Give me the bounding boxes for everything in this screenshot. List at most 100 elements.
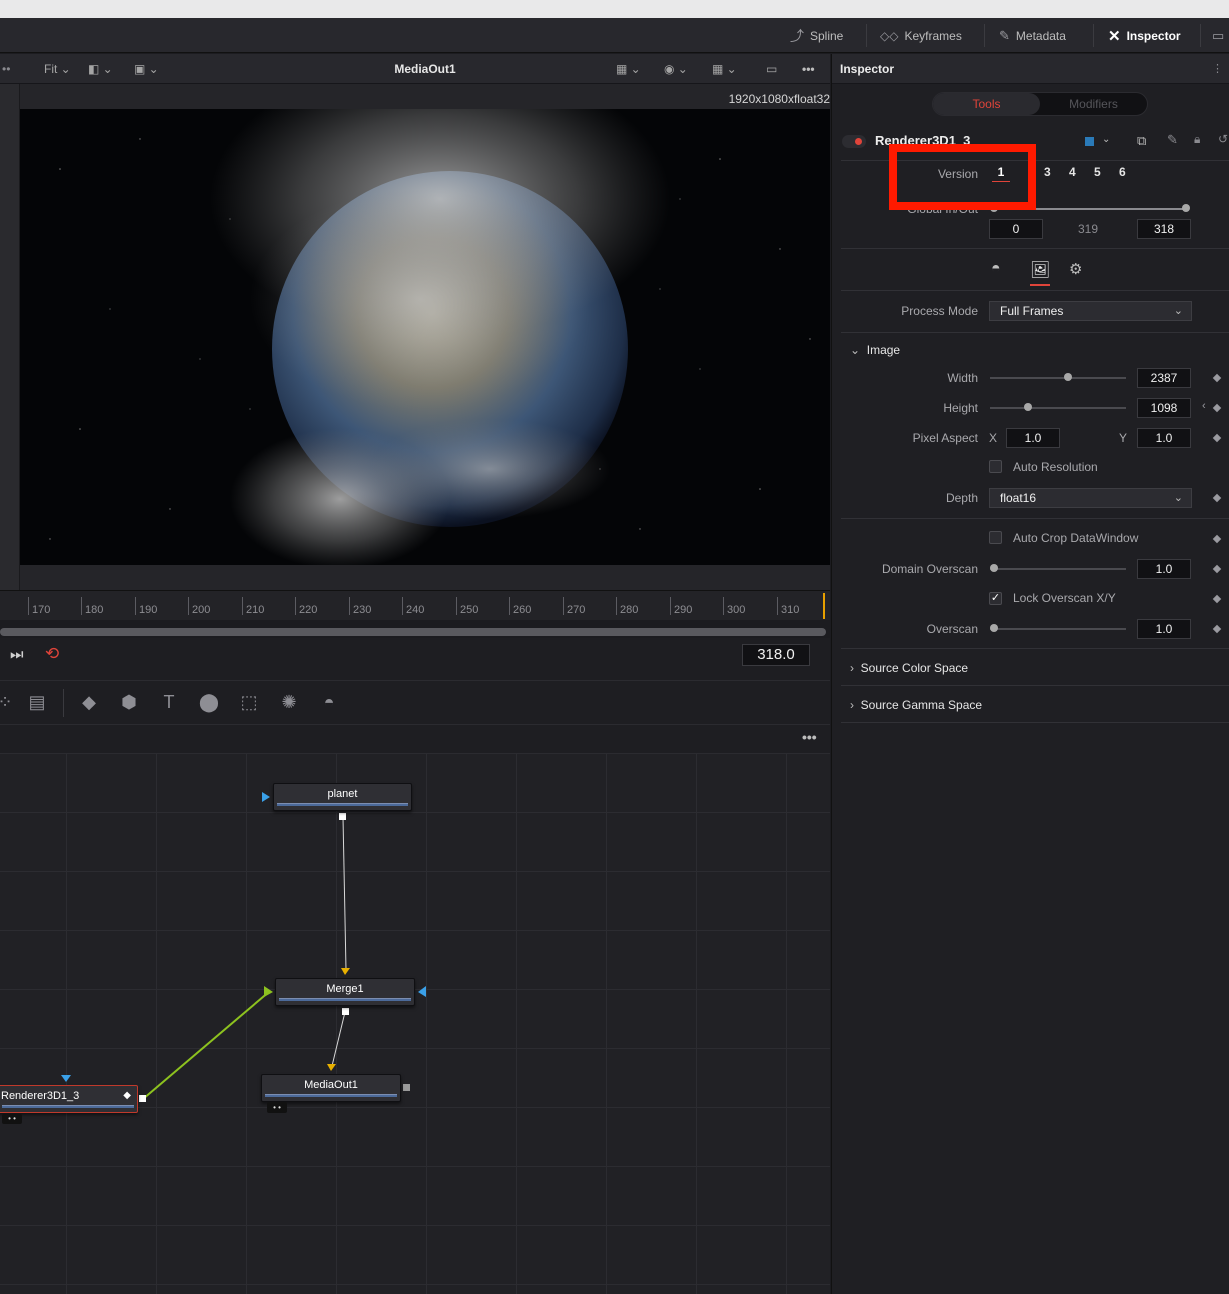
pin-icon[interactable]: ✎ [1167, 132, 1178, 148]
grid-button[interactable]: ▦ ⌄ [712, 54, 737, 84]
keyframe-diamond-icon[interactable] [1212, 403, 1222, 413]
keyframe-diamond-icon[interactable] [1212, 594, 1222, 604]
node-graph[interactable]: planet Merge1 MediaOut1 • • Renderer3D1_… [0, 754, 830, 1294]
height-slider[interactable] [990, 407, 1126, 409]
metadata-button[interactable]: ✎ Metadata [999, 18, 1066, 53]
viewer-frame-button[interactable]: ▭ [766, 54, 777, 84]
viewer-image[interactable] [20, 109, 830, 565]
node-mediaout1[interactable]: MediaOut1 [261, 1074, 401, 1102]
image-section-header[interactable]: ⌄ Image [850, 343, 900, 357]
viewer-options-icon[interactable]: •• [2, 54, 10, 84]
color-channel-button[interactable]: ◉ ⌄ [664, 54, 688, 84]
keyframe-diamond-icon[interactable] [1212, 493, 1222, 503]
time-ruler[interactable]: 170 180 190 200 210 220 230 240 250 260 … [0, 590, 830, 620]
pixel-aspect-y-field[interactable]: 1.0 [1137, 428, 1191, 448]
divider [841, 332, 1229, 333]
loop-icon[interactable]: ⟲ [45, 644, 59, 664]
auto-crop-checkbox[interactable] [989, 531, 1002, 544]
panel-toggle-icon[interactable]: ▭ [1212, 18, 1224, 53]
tab-modifiers[interactable]: Modifiers [1040, 93, 1147, 115]
lock-overscan-checkbox[interactable]: ✓ [989, 592, 1002, 605]
node-planet[interactable]: planet [273, 783, 412, 811]
viewer-more-icon[interactable]: ••• [802, 54, 815, 84]
version-4-button[interactable]: 4 [1069, 165, 1076, 179]
light-tool-icon[interactable]: ✺ [276, 689, 302, 715]
tool-enable-toggle[interactable] [842, 135, 866, 148]
view-layout-button[interactable]: ◧ ⌄ [88, 54, 113, 84]
section-title: Source Gamma Space [860, 698, 983, 712]
keyframe-diamond-icon[interactable] [1212, 564, 1222, 574]
previous-keyframe-icon[interactable]: ‹ [1202, 400, 1206, 412]
global-out-knob[interactable] [1182, 204, 1190, 212]
node-renderer3d1-3[interactable]: Renderer3D1_3 ◆ [0, 1085, 138, 1113]
width-field[interactable]: 2387 [1137, 368, 1191, 388]
section-title: Source Color Space [860, 661, 969, 675]
auto-resolution-checkbox[interactable] [989, 460, 1002, 473]
keyframe-diamond-icon[interactable] [1212, 373, 1222, 383]
domain-overscan-slider[interactable] [990, 568, 1126, 570]
viewer-mode-button[interactable]: ▣ ⌄ [134, 54, 159, 84]
height-field[interactable]: 1098 [1137, 398, 1191, 418]
tab-tools[interactable]: Tools [933, 93, 1040, 115]
node-editor-more-icon[interactable]: ••• [802, 729, 817, 745]
controls-tab-icon[interactable]: ◓ [991, 260, 1001, 278]
pixel-aspect-y-label: Y [1119, 431, 1128, 445]
domain-overscan-knob[interactable] [990, 564, 998, 572]
version-6-button[interactable]: 6 [1119, 165, 1126, 179]
overscan-field[interactable]: 1.0 [1137, 619, 1191, 639]
chevron-down-icon: ⌄ [1173, 305, 1183, 317]
global-out-field[interactable]: 318 [1137, 219, 1191, 239]
node-view-indicator: • • [267, 1102, 287, 1113]
scrub-bar[interactable] [0, 628, 826, 636]
cube3d-tool-icon[interactable]: ⬚ [236, 689, 262, 715]
global-in-field[interactable]: 0 [989, 219, 1043, 239]
merge3d-tool-icon[interactable]: ⬢ [116, 689, 142, 715]
renderer3d-tool-icon[interactable]: ◓ [316, 689, 342, 715]
overscan-slider[interactable] [990, 628, 1126, 630]
version-3-button[interactable]: 3 [1044, 165, 1051, 179]
metadata-label: Metadata [1015, 28, 1066, 43]
domain-overscan-field[interactable]: 1.0 [1137, 559, 1191, 579]
playhead[interactable] [823, 593, 825, 619]
resolution-label: 1920x1080xfloat32 [728, 92, 830, 106]
spline-button[interactable]: ⤴ Spline [790, 18, 843, 53]
roi-button[interactable]: ▦ ⌄ [616, 54, 641, 84]
versions-icon[interactable]: ⧉ [1137, 133, 1146, 149]
transport-controls: ⏭ ⟲ 318.0 [0, 638, 830, 680]
width-slider-knob[interactable] [1064, 373, 1072, 381]
inspector-button[interactable]: ✕ Inspector [1108, 18, 1181, 53]
divider [841, 290, 1229, 291]
height-slider-knob[interactable] [1024, 403, 1032, 411]
keyframe-diamond-icon[interactable] [1212, 534, 1222, 544]
text-tool-icon[interactable]: ▤ [24, 689, 50, 715]
chevron-down-icon[interactable]: ⌄ [1102, 134, 1110, 145]
reset-icon[interactable]: ↺ [1218, 132, 1228, 146]
smoke-cloud-bottom2 [370, 419, 610, 519]
keyframe-diamond-icon[interactable] [1212, 624, 1222, 634]
version-5-button[interactable]: 5 [1094, 165, 1101, 179]
pixel-aspect-x-field[interactable]: 1.0 [1006, 428, 1060, 448]
node-merge1[interactable]: Merge1 [275, 978, 415, 1006]
keyframe-diamond-icon[interactable] [1212, 433, 1222, 443]
earth-render-image [20, 109, 830, 565]
go-to-end-icon[interactable]: ⏭ [10, 646, 24, 663]
source-color-space-header[interactable]: › Source Color Space [850, 661, 968, 675]
camera3d-tool-icon[interactable]: ⬤ [196, 689, 222, 715]
width-slider[interactable] [990, 377, 1126, 379]
particle-tool-icon[interactable]: ⁘ [0, 689, 18, 715]
text3d-tool-icon[interactable]: T [156, 689, 182, 715]
depth-dropdown[interactable]: float16 ⌄ [989, 488, 1192, 508]
shape3d-tool-icon[interactable]: ◆ [76, 689, 102, 715]
inspector-options-icon[interactable]: ⋮ [1212, 62, 1223, 75]
keyframes-button[interactable]: ◇◇ Keyframes [880, 18, 962, 53]
overscan-knob[interactable] [990, 624, 998, 632]
zoom-dropdown[interactable]: Fit ⌄ [44, 54, 71, 84]
current-frame-field[interactable]: 318.0 [742, 644, 810, 666]
viewer-title: MediaOut1 [394, 62, 456, 76]
process-mode-dropdown[interactable]: Full Frames ⌄ [989, 301, 1192, 321]
image-tab-icon[interactable]: 🖼︎ [1030, 260, 1051, 286]
settings-tab-icon[interactable]: ⚙ [1069, 260, 1082, 278]
lock-icon[interactable]: 🔒︎ [1194, 132, 1200, 147]
source-gamma-space-header[interactable]: › Source Gamma Space [850, 698, 982, 712]
tool-color-swatch[interactable] [1085, 137, 1094, 146]
